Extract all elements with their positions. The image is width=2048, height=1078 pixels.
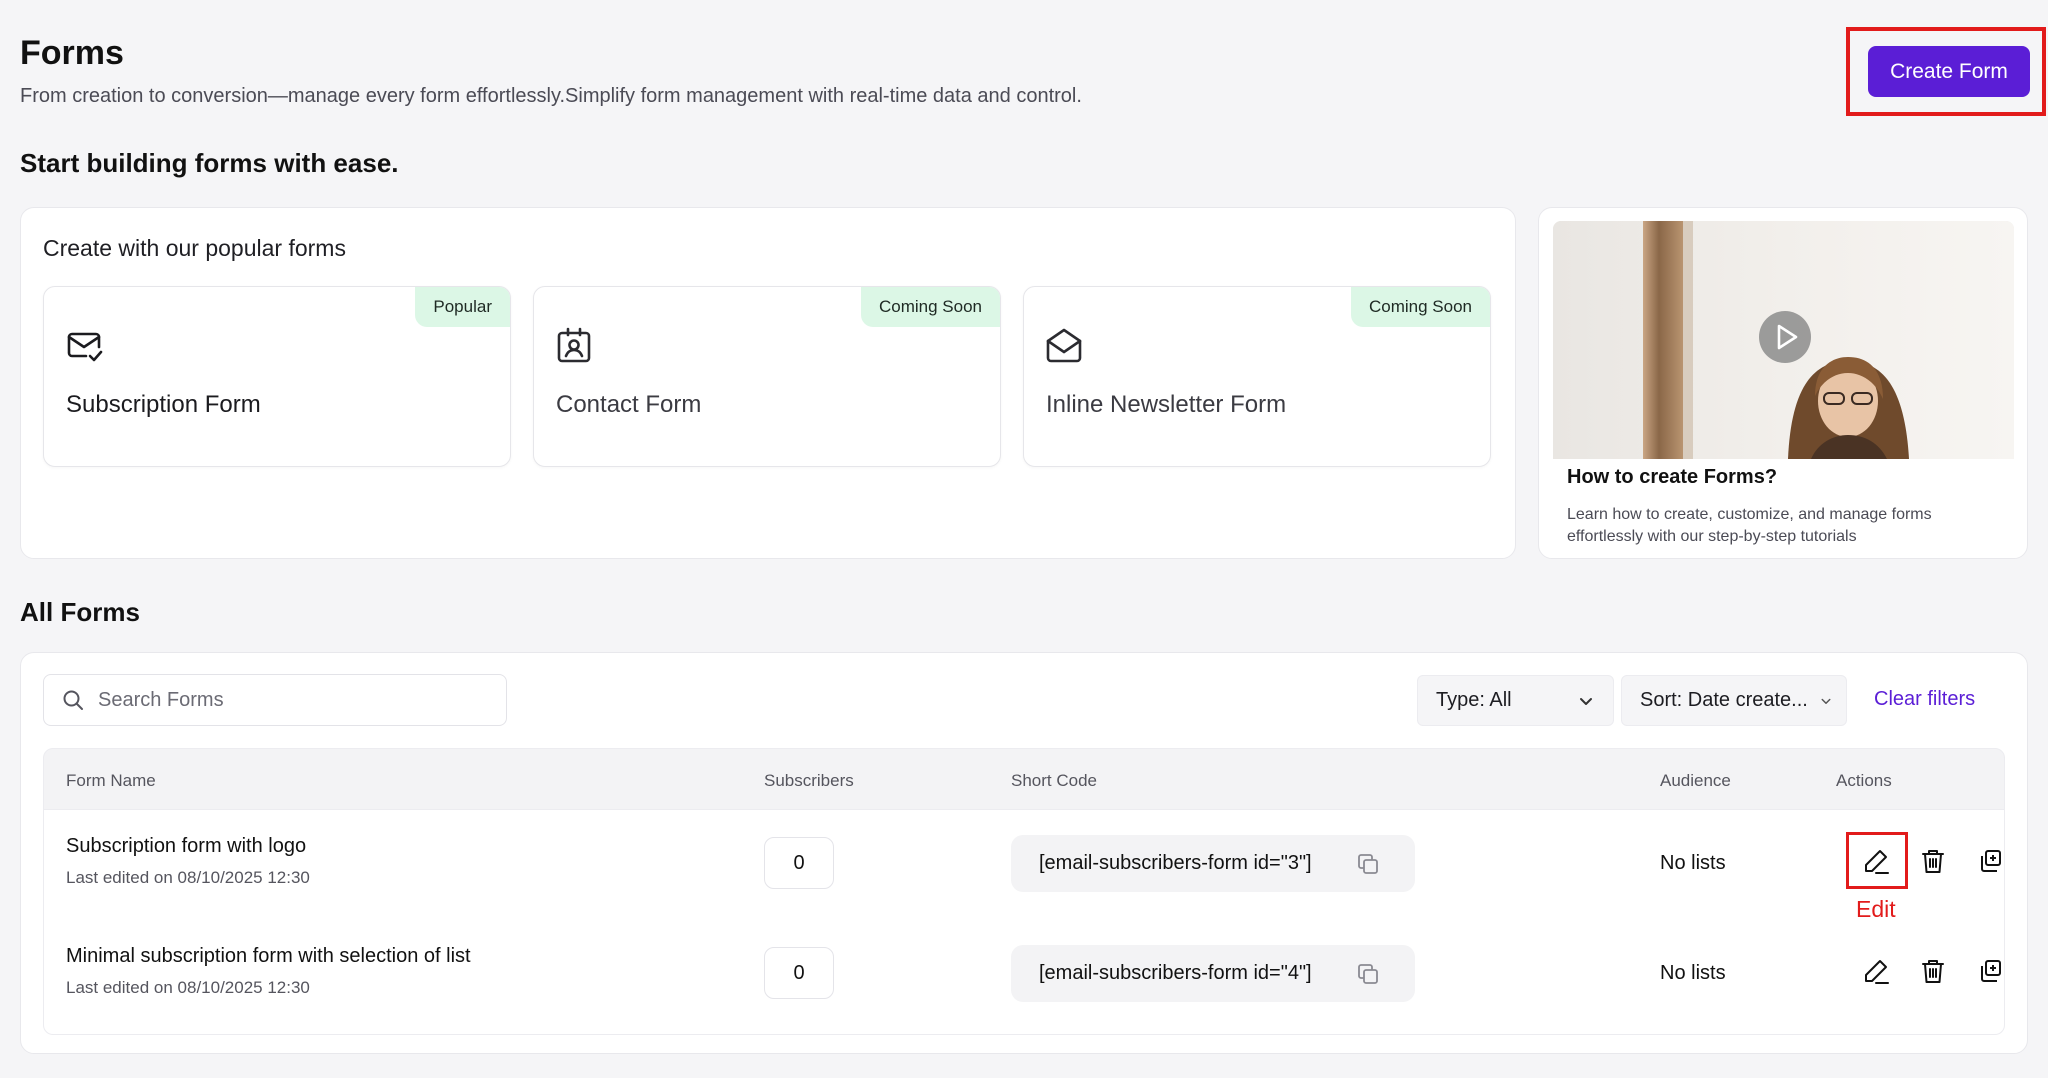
subscriber-count: 0 [764,837,834,889]
page-subtitle: From creation to conversion—manage every… [20,85,1082,107]
short-code-text: [email-subscribers-form id="4"] [1039,962,1312,984]
table-header: Form Name Subscribers Short Code Audienc… [43,748,2005,810]
form-name[interactable]: Minimal subscription form with selection… [66,945,471,968]
open-envelope-icon [1046,328,1082,363]
form-name[interactable]: Subscription form with logo [66,835,306,858]
video-title: How to create Forms? [1567,466,1778,488]
short-code-text: [email-subscribers-form id="3"] [1039,852,1312,874]
edit-icon[interactable] [1862,957,1890,985]
column-header-audience: Audience [1660,771,1731,790]
subscription-form-tile[interactable]: Popular Subscription Form [43,286,511,467]
all-forms-heading: All Forms [20,597,140,627]
create-form-highlight: Create Form [1846,27,2046,116]
coming-soon-badge: Coming Soon [1350,287,1490,327]
column-header-form-name: Form Name [66,771,156,790]
video-description-line: Learn how to create, customize, and mana… [1567,506,1932,523]
copy-icon[interactable] [1356,962,1380,986]
search-forms-input[interactable] [98,688,478,712]
tutorial-video-card: How to create Forms? Learn how to create… [1538,207,2028,559]
all-forms-card: Type: All Sort: Date create... Clear fil… [20,652,2028,1054]
mail-check-icon [67,332,103,362]
edit-annotation-label: Edit [1856,896,1896,922]
type-filter-select[interactable]: Type: All [1417,675,1614,726]
play-icon[interactable] [1759,311,1811,363]
trash-icon[interactable] [1919,957,1947,985]
forms-table-body: Subscription form with logo Last edited … [43,810,2005,1035]
search-icon [63,690,83,710]
column-header-short-code: Short Code [1011,771,1097,790]
audience-value: No lists [1660,852,1726,874]
short-code-pill: [email-subscribers-form id="4"] [1011,945,1415,1002]
create-form-button[interactable]: Create Form [1868,46,2030,97]
copy-icon[interactable] [1356,852,1380,876]
contact-form-tile[interactable]: Coming Soon Contact Form [533,286,1001,467]
contact-form-label: Contact Form [556,391,702,418]
subscription-form-label: Subscription Form [66,391,261,418]
subscriber-count: 0 [764,947,834,999]
table-row: Subscription form with logo Last edited … [44,810,2004,922]
table-row: Minimal subscription form with selection… [44,920,2004,1030]
duplicate-icon[interactable] [1976,847,2004,875]
video-description-line: effortlessly with our step-by-step tutor… [1567,528,1857,545]
trash-icon[interactable] [1919,847,1947,875]
popular-forms-card: Create with our popular forms Popular Su… [20,207,1516,559]
inline-newsletter-form-label: Inline Newsletter Form [1046,391,1287,418]
start-building-heading: Start building forms with ease. [20,148,399,178]
coming-soon-badge: Coming Soon [860,287,1000,327]
popular-forms-title: Create with our popular forms [43,235,346,261]
last-edited: Last edited on 08/10/2025 12:30 [66,868,310,887]
contact-card-icon [557,327,591,363]
clear-filters-link[interactable]: Clear filters [1874,688,1975,711]
chevron-down-icon [1580,698,1592,705]
short-code-pill: [email-subscribers-form id="3"] [1011,835,1415,892]
type-filter-value: Type: All [1436,689,1512,711]
edit-icon[interactable] [1862,847,1890,875]
column-header-subscribers: Subscribers [764,771,854,790]
inline-newsletter-form-tile[interactable]: Coming Soon Inline Newsletter Form [1023,286,1491,467]
audience-value: No lists [1660,962,1726,984]
duplicate-icon[interactable] [1976,957,2004,985]
last-edited: Last edited on 08/10/2025 12:30 [66,978,310,997]
sort-filter-select[interactable]: Sort: Date create... [1621,675,1847,726]
column-header-actions: Actions [1836,771,1892,790]
video-description: Learn how to create, customize, and mana… [1567,504,1932,548]
search-box [43,674,507,726]
page-title: Forms [20,34,124,72]
sort-filter-value: Sort: Date create... [1640,689,1808,711]
popular-badge: Popular [415,287,510,327]
tutorial-video-thumbnail[interactable] [1553,221,2014,459]
chevron-down-icon [1821,698,1831,704]
